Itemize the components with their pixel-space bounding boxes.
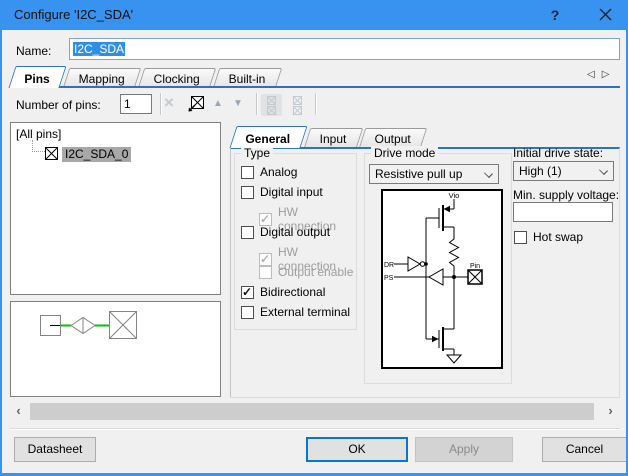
tab-output[interactable]: Output [359,128,428,148]
configure-pin-dialog: Configure 'I2C_SDA' ? Name: I2C_SDA Pins… [0,0,628,476]
checkbox-analog[interactable]: Analog [241,165,297,179]
initial-drive-state-value: High (1) [519,164,562,178]
outer-tab-strip: Pins Mapping Clocking Built-in [12,62,282,88]
name-label: Name: [16,44,51,58]
drive-mode-circuit-diagram: Vio DR PS Pin [381,189,503,369]
checkbox-digital-output[interactable]: Digital output [241,225,330,239]
pin-icon [44,146,59,161]
circuit-vio-label: Vio [449,191,460,200]
tree-root-label[interactable]: [All pins] [16,127,61,141]
toolbar-separator [160,93,162,115]
min-supply-voltage-input[interactable] [513,202,613,222]
tree-item-i2c-sda-0[interactable]: I2C_SDA_0 [62,147,131,162]
min-supply-voltage-label: Min. supply voltage: [513,188,619,202]
help-button[interactable]: ? [538,0,572,30]
type-group-title: Type [241,146,273,160]
ok-button[interactable]: OK [306,437,408,462]
chevron-down-icon [484,169,493,178]
tab-mapping[interactable]: Mapping [63,68,142,88]
checkbox-box[interactable] [241,166,254,179]
tab-scroll-right-icon[interactable]: ▷ [602,69,617,80]
circuit-dr-label: DR [384,262,394,269]
number-of-pins-label: Number of pins: [16,98,101,112]
title-bar[interactable]: Configure 'I2C_SDA' ? [0,0,628,30]
initial-drive-state-dropdown[interactable]: High (1) [513,161,614,181]
inner-tab-strip: General Input Output [233,122,427,148]
scrollbar-thumb[interactable] [30,403,594,420]
delete-pin-icon[interactable]: × [164,93,174,113]
pin-schematic-preview [11,302,220,396]
tab-strip-accent-line [10,86,620,88]
footer-divider [10,428,620,430]
tab-scroll-arrows[interactable]: ◁▷ [587,69,616,80]
group-pins-icon[interactable] [261,94,282,116]
drive-mode-dropdown[interactable]: Resistive pull up [369,164,499,184]
scroll-left-icon[interactable]: ‹ [10,403,27,420]
checkbox-box [259,213,272,226]
checkbox-bidirectional[interactable]: Bidirectional [241,285,325,299]
chevron-down-icon [599,166,608,175]
checkbox-box[interactable] [241,306,254,319]
move-pin-up-icon[interactable]: ▲ [213,98,223,109]
scroll-right-icon[interactable]: › [602,403,619,420]
tab-scroll-left-icon[interactable]: ◁ [587,69,602,80]
checkbox-box[interactable] [241,226,254,239]
drive-mode-value: Resistive pull up [375,167,462,181]
checkbox-external-terminal[interactable]: External terminal [241,305,350,319]
toolbar-separator [256,93,258,115]
pin-preview-panel [10,301,221,397]
tab-pins[interactable]: Pins [8,66,66,88]
name-value-selected-text: I2C_SDA [73,42,125,56]
close-button[interactable] [588,0,622,30]
add-external-pin-icon[interactable] [187,95,205,113]
window-title: Configure 'I2C_SDA' [14,7,133,22]
checkbox-box[interactable] [241,286,254,299]
type-group-box: Type Analog Digital input HW connection … [234,153,357,330]
move-pin-down-icon[interactable]: ▼ [233,98,243,109]
tab-input[interactable]: Input [303,128,362,148]
datasheet-button[interactable]: Datasheet [14,437,96,462]
checkbox-output-enable[interactable]: Output enable [259,265,353,279]
pin-tree-panel: [All pins] I2C_SDA_0 [10,122,221,295]
checkbox-digital-input[interactable]: Digital input [241,185,323,199]
number-of-pins-input[interactable] [120,94,152,114]
circuit-pin-label: Pin [470,263,480,270]
drive-mode-group-title: Drive mode [371,146,438,160]
horizontal-scrollbar[interactable]: ‹ › [10,403,619,420]
tab-built-in[interactable]: Built-in [213,68,282,88]
checkbox-box [259,266,272,279]
cancel-button[interactable]: Cancel [542,437,627,462]
apply-button[interactable]: Apply [415,437,513,462]
tab-clocking[interactable]: Clocking [138,68,217,88]
initial-drive-state-label: Initial drive state: [513,146,603,160]
toolbar-separator [315,93,317,115]
circuit-ps-label: PS [384,275,394,282]
close-icon [599,8,612,21]
checkbox-box[interactable] [514,231,527,244]
checkbox-hot-swap[interactable]: Hot swap [514,230,583,244]
tab-general[interactable]: General [229,126,307,148]
checkbox-box[interactable] [241,186,254,199]
ungroup-pins-icon[interactable] [287,94,308,116]
checkbox-box [259,253,272,266]
name-input[interactable]: I2C_SDA [69,38,620,60]
